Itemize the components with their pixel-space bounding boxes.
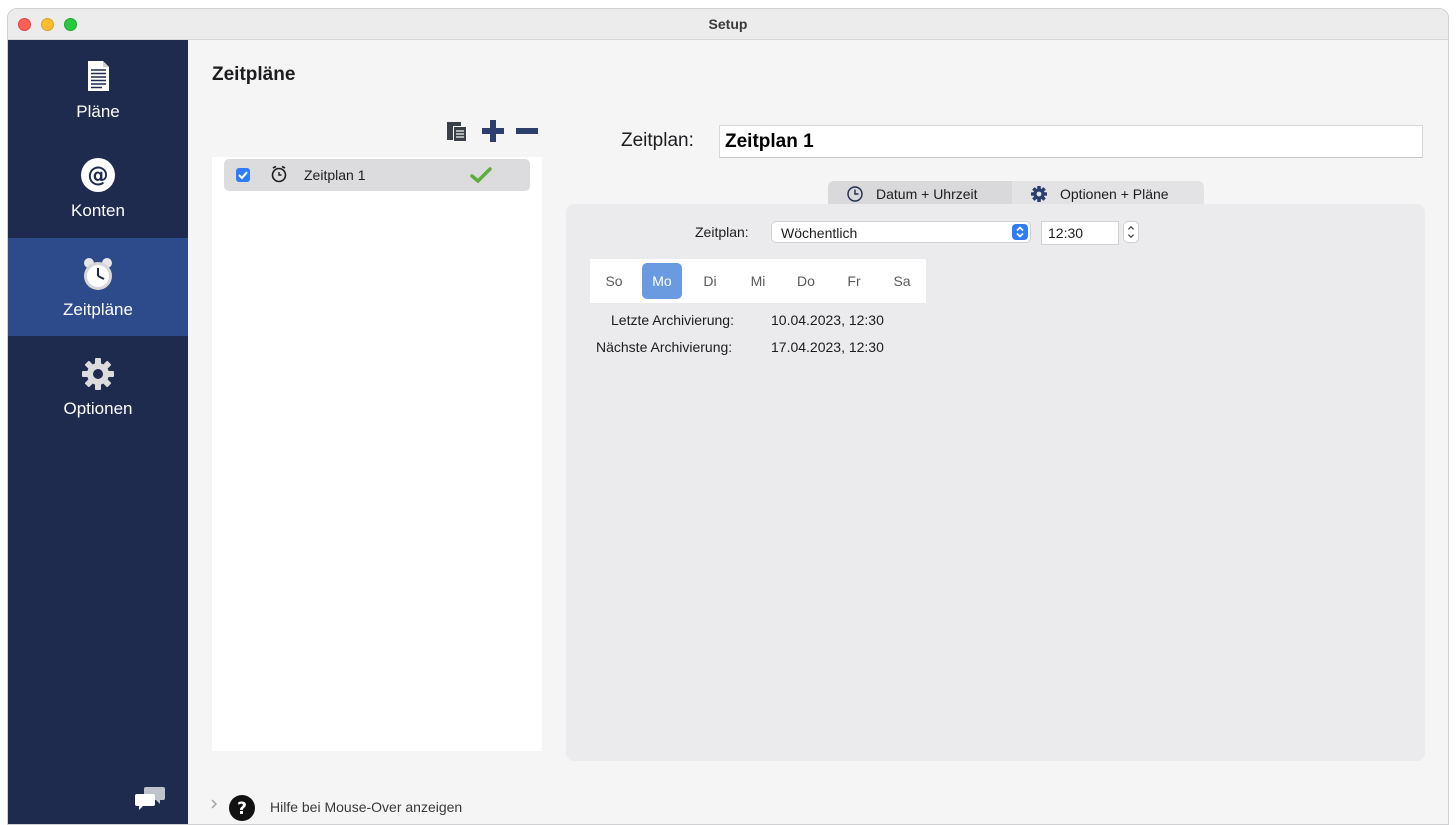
sidebar-item-konten[interactable]: @ Konten <box>8 139 188 237</box>
gear-icon <box>82 358 114 390</box>
sidebar-item-plaene[interactable]: Pläne <box>8 40 188 138</box>
page-title: Zeitpläne <box>212 64 296 85</box>
weekday-selector: So Mo Di Mi Do Fr Sa <box>590 259 926 303</box>
enabled-checkbox[interactable] <box>236 168 250 182</box>
frequency-value: Wöchentlich <box>781 225 858 241</box>
setup-window: Setup Pläne @ Konten Zeitpläne Optionen … <box>7 8 1449 825</box>
schedule-name-label: Zeitplan: <box>621 130 694 151</box>
schedule-list: Zeitplan 1 <box>212 157 542 751</box>
sidebar-item-optionen[interactable]: Optionen <box>8 337 188 435</box>
tab-label: Datum + Uhrzeit <box>876 186 978 202</box>
next-archive-label: Nächste Archivierung: <box>596 339 733 355</box>
alarm-clock-icon <box>84 258 112 290</box>
schedule-name: Zeitplan 1 <box>304 167 366 183</box>
tab-panel-datum-uhrzeit: Zeitplan: Wöchentlich So Mo Di Mi Do Fr … <box>566 204 1425 761</box>
time-stepper[interactable] <box>1123 221 1139 243</box>
window-title: Setup <box>708 16 748 32</box>
sidebar-item-label: Pläne <box>76 102 120 121</box>
day-sa[interactable]: Sa <box>882 263 922 299</box>
day-fr[interactable]: Fr <box>834 263 874 299</box>
svg-text:@: @ <box>88 163 109 187</box>
chat-bubbles-icon[interactable] <box>134 784 166 812</box>
frequency-label: Zeitplan: <box>695 224 749 240</box>
plus-icon[interactable] <box>480 118 506 144</box>
day-mi[interactable]: Mi <box>738 263 778 299</box>
alarm-clock-icon <box>271 165 287 183</box>
svg-text:?: ? <box>237 799 247 819</box>
schedule-name-input[interactable] <box>719 125 1423 158</box>
sidebar-item-label: Zeitpläne <box>63 300 133 319</box>
list-item[interactable]: Zeitplan 1 <box>224 159 530 191</box>
sidebar-item-zeitplaene[interactable]: Zeitpläne <box>8 238 188 336</box>
at-icon: @ <box>81 158 115 192</box>
day-mo[interactable]: Mo <box>642 263 682 299</box>
minus-icon[interactable] <box>514 118 540 144</box>
last-archive-value: 10.04.2023, 12:30 <box>771 312 884 328</box>
document-icon <box>88 61 109 91</box>
last-archive-label: Letzte Archivierung: <box>611 312 734 328</box>
duplicate-icon[interactable] <box>444 118 470 144</box>
tab-label: Optionen + Pläne <box>1060 186 1169 202</box>
main-content: Zeitpläne Zeitplan 1 Zeitplan: Zeitplan … <box>188 40 1448 824</box>
help-icon[interactable]: ? <box>228 794 256 822</box>
sidebar: Pläne @ Konten Zeitpläne Optionen <box>8 40 188 824</box>
sidebar-item-label: Konten <box>71 201 125 220</box>
chevron-right-icon[interactable] <box>209 798 219 810</box>
clock-icon <box>847 186 863 202</box>
help-mouse-over-label[interactable]: Hilfe bei Mouse-Over anzeigen <box>270 799 462 815</box>
next-archive-value: 17.04.2023, 12:30 <box>771 339 884 355</box>
checkmark-icon <box>470 167 492 184</box>
chevron-up-down-icon <box>1012 224 1028 240</box>
frequency-select[interactable]: Wöchentlich <box>771 221 1031 243</box>
day-do[interactable]: Do <box>786 263 826 299</box>
title-bar: Setup <box>8 9 1448 40</box>
gear-icon <box>1031 186 1047 202</box>
sidebar-item-label: Optionen <box>63 399 133 418</box>
list-toolbar <box>444 118 544 144</box>
time-input[interactable] <box>1041 221 1119 245</box>
day-so[interactable]: So <box>594 263 634 299</box>
day-di[interactable]: Di <box>690 263 730 299</box>
